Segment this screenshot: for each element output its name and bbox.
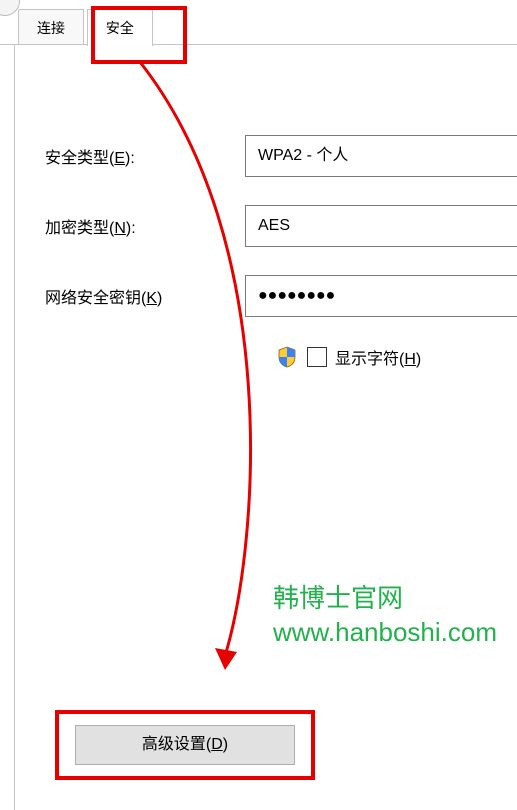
tab-connect-label: 连接 <box>37 20 65 36</box>
row-encryption: 加密类型(N): AES <box>15 205 517 247</box>
checkbox-show-chars[interactable] <box>307 347 327 367</box>
value-security-type: WPA2 - 个人 <box>258 147 348 164</box>
label-show-chars: 显示字符(H) <box>335 345 421 369</box>
label-key: 网络安全密钥(K) <box>45 284 245 308</box>
watermark: 韩博士官网 www.hanboshi.com <box>273 582 497 650</box>
uac-shield-icon <box>277 346 297 368</box>
value-encryption: AES <box>258 217 290 234</box>
annotation-highlight-button: 高级设置(D) <box>55 710 315 780</box>
label-security-type: 安全类型(E): <box>45 144 245 168</box>
field-encryption[interactable]: AES <box>245 205 517 247</box>
field-key[interactable]: ●●●●●●●● <box>245 275 517 317</box>
field-security-type[interactable]: WPA2 - 个人 <box>245 135 517 177</box>
tab-security-label: 安全 <box>106 20 134 36</box>
watermark-line2: www.hanboshi.com <box>273 616 497 650</box>
row-show-chars: 显示字符(H) <box>15 345 517 369</box>
value-key: ●●●●●●●● <box>258 287 335 304</box>
watermark-line1: 韩博士官网 <box>273 582 497 616</box>
label-encryption: 加密类型(N): <box>45 214 245 238</box>
advanced-settings-button[interactable]: 高级设置(D) <box>75 725 295 765</box>
row-security-type: 安全类型(E): WPA2 - 个人 <box>15 135 517 177</box>
security-panel: 安全类型(E): WPA2 - 个人 加密类型(N): AES 网络安全密钥(K… <box>14 44 517 810</box>
tab-connect[interactable]: 连接 <box>18 9 84 46</box>
row-key: 网络安全密钥(K) ●●●●●●●● <box>15 275 517 317</box>
tab-bar: 连接 安全 <box>0 8 517 44</box>
tab-security[interactable]: 安全 <box>87 9 153 46</box>
